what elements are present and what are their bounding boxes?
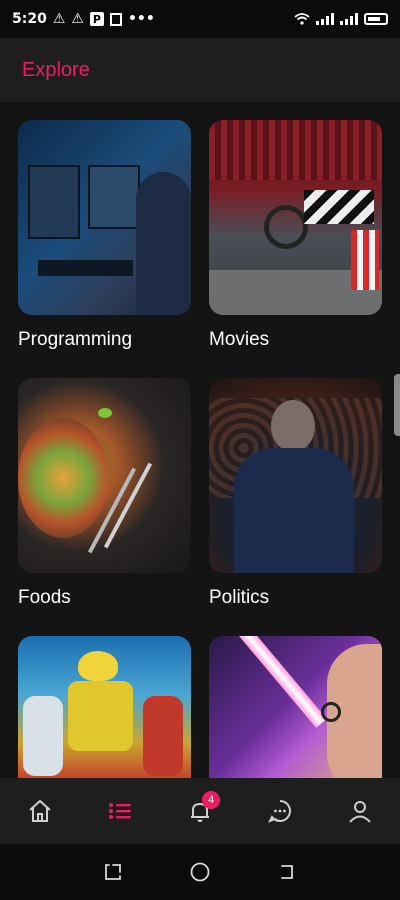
parking-icon: P bbox=[89, 12, 104, 26]
nav-profile-button[interactable] bbox=[340, 791, 380, 831]
speaker-head-shape bbox=[271, 400, 315, 452]
leaf-shape bbox=[98, 408, 112, 418]
system-nav-bar bbox=[0, 844, 400, 900]
category-card-movies[interactable]: Movies bbox=[209, 120, 382, 351]
category-image-programming[interactable] bbox=[18, 120, 191, 315]
home-circle-icon[interactable] bbox=[189, 861, 211, 883]
jersey-shape bbox=[68, 681, 133, 751]
more-dots-icon: ••• bbox=[127, 11, 155, 27]
category-image-fashion[interactable] bbox=[209, 636, 382, 778]
status-time: 5:20 bbox=[12, 11, 47, 27]
notification-badge: 4 bbox=[202, 791, 220, 809]
status-right bbox=[294, 13, 388, 25]
back-icon[interactable] bbox=[277, 862, 297, 882]
nav-chat-button[interactable] bbox=[260, 791, 300, 831]
food-bowl-shape bbox=[18, 418, 108, 538]
monitor-shape bbox=[28, 165, 80, 239]
category-card-programming[interactable]: Programming bbox=[18, 120, 191, 351]
status-left: 5:20 ⚠ ⚠ P ••• bbox=[12, 11, 155, 27]
category-grid[interactable]: Programming Movies Foods Politics bbox=[0, 102, 400, 778]
nav-home-button[interactable] bbox=[20, 791, 60, 831]
category-label-programming: Programming bbox=[18, 329, 133, 350]
nav-notifications-button[interactable]: 4 bbox=[180, 791, 220, 831]
category-card-foods[interactable]: Foods bbox=[18, 378, 191, 609]
person-shape bbox=[136, 172, 191, 315]
bottom-nav: 4 bbox=[0, 778, 400, 844]
category-image-politics[interactable] bbox=[209, 378, 382, 573]
category-label-foods: Foods bbox=[18, 587, 71, 608]
warning-icon: ⚠ bbox=[71, 11, 84, 27]
nav-explore-button[interactable] bbox=[100, 791, 140, 831]
chat-icon bbox=[267, 800, 291, 823]
monitor-shape bbox=[88, 165, 140, 229]
category-label-politics: Politics bbox=[209, 587, 270, 608]
signal-icon bbox=[316, 13, 334, 25]
page-title: Explore bbox=[22, 58, 90, 81]
signal-icon bbox=[340, 13, 358, 25]
warning-icon: ⚠ bbox=[52, 11, 66, 27]
player-shape bbox=[143, 696, 183, 776]
category-image-sports[interactable] bbox=[18, 636, 191, 778]
document-icon bbox=[109, 12, 122, 26]
category-image-movies[interactable] bbox=[209, 120, 382, 315]
light-beam-shape bbox=[239, 636, 327, 728]
recent-apps-icon[interactable] bbox=[103, 862, 123, 882]
battery-charging-icon bbox=[364, 13, 388, 25]
wifi-icon bbox=[294, 13, 310, 25]
scroll-handle[interactable] bbox=[394, 374, 400, 436]
popcorn-shape bbox=[351, 230, 379, 290]
category-image-foods[interactable] bbox=[18, 378, 191, 573]
status-bar: 5:20 ⚠ ⚠ P ••• bbox=[0, 0, 400, 38]
helmet-shape bbox=[78, 651, 118, 681]
home-icon bbox=[29, 800, 51, 822]
earring-shape bbox=[321, 702, 341, 722]
category-label-movies: Movies bbox=[209, 329, 270, 350]
speaker-body-shape bbox=[234, 448, 354, 573]
list-icon bbox=[109, 803, 131, 819]
category-card-politics[interactable]: Politics bbox=[209, 378, 382, 609]
category-card-fashion[interactable] bbox=[209, 636, 382, 778]
profile-icon bbox=[349, 801, 371, 823]
app-header: Explore bbox=[0, 38, 400, 102]
film-reel-shape bbox=[264, 205, 308, 249]
category-card-sports[interactable] bbox=[18, 636, 191, 778]
desk-shape bbox=[38, 260, 133, 276]
clapperboard-shape bbox=[304, 190, 374, 224]
player-shape bbox=[23, 696, 63, 776]
curtain-shape bbox=[209, 120, 382, 180]
